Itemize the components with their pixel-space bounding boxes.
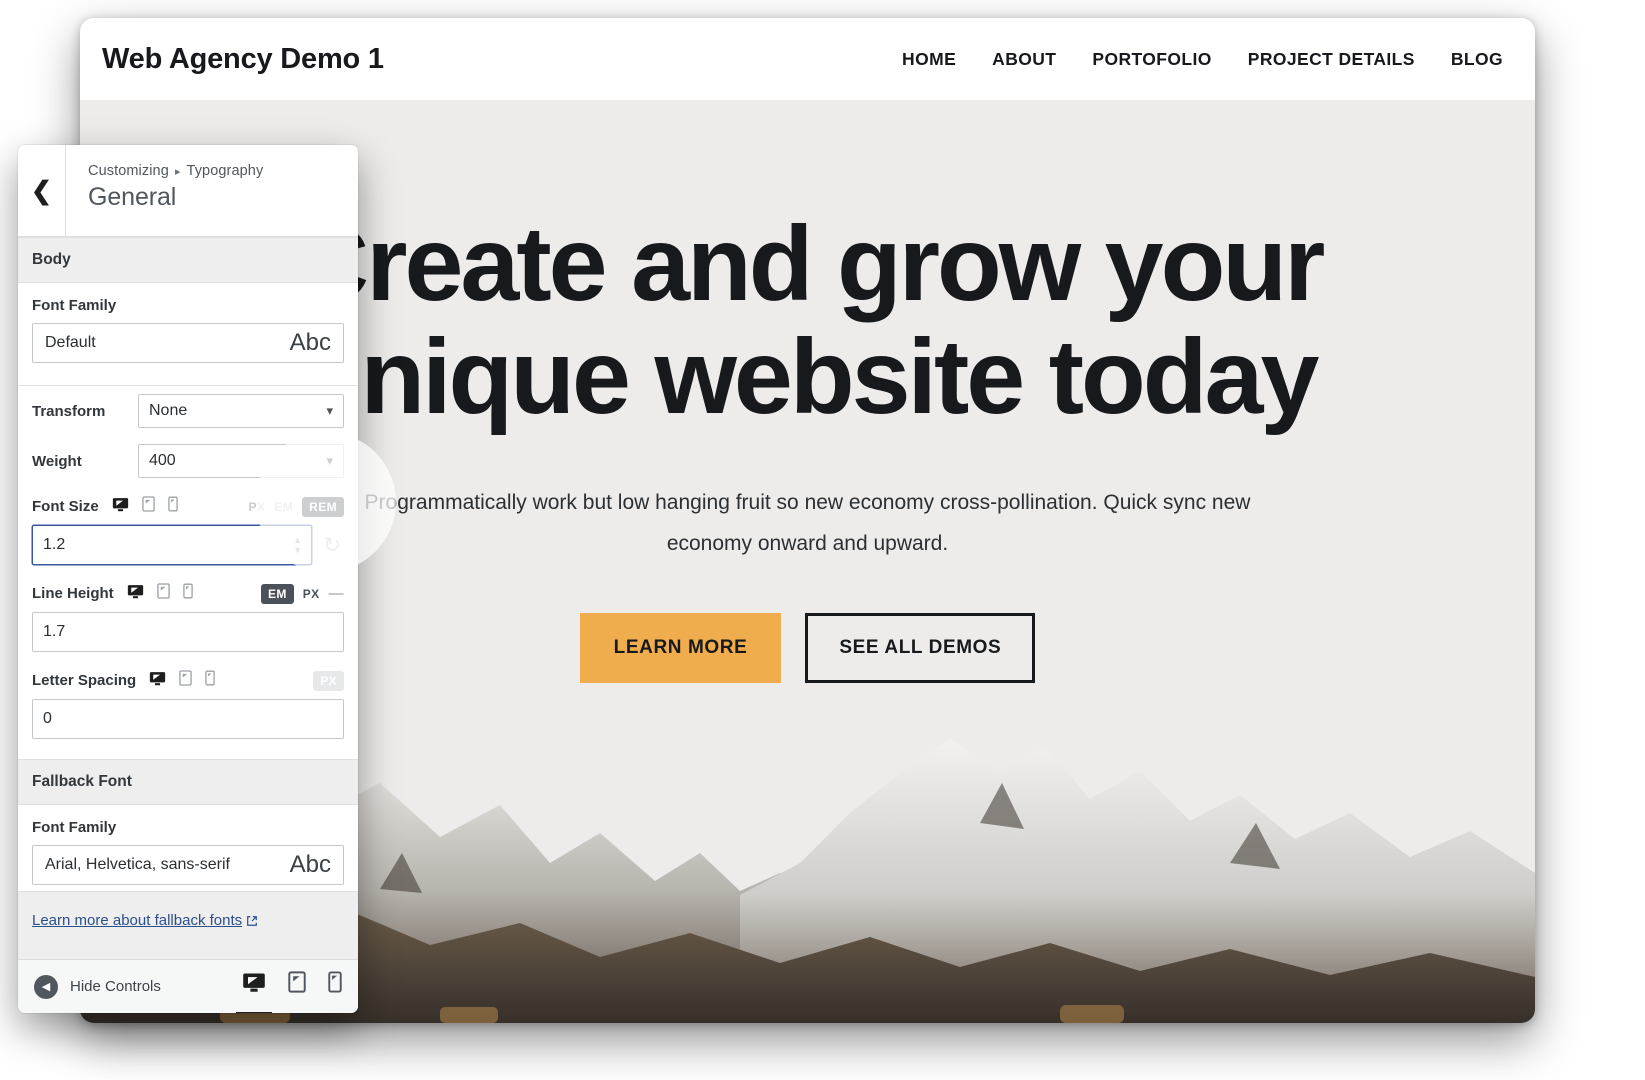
preview-mobile-button[interactable] xyxy=(328,971,342,1002)
hero-title: Create and grow your unique website toda… xyxy=(292,205,1326,437)
tablet-icon[interactable] xyxy=(179,670,192,691)
weight-label: Weight xyxy=(32,452,82,470)
back-button[interactable]: ❮ xyxy=(18,145,66,236)
chevron-down-icon: ▾ xyxy=(326,453,333,468)
chevron-down-icon: ▾ xyxy=(326,403,333,418)
desktop-icon[interactable] xyxy=(149,671,166,691)
line-height-unit-em[interactable]: EM xyxy=(260,583,294,604)
preview-desktop-button[interactable] xyxy=(236,972,272,1013)
customizer-panel: ❮ Customizing ▸ Typography General Body … xyxy=(18,145,358,1013)
nav-item-project-details[interactable]: PROJECT DETAILS xyxy=(1248,49,1415,70)
font-size-stepper[interactable]: ▲ ▼ xyxy=(293,534,302,555)
tablet-icon[interactable] xyxy=(141,496,155,517)
body-font-preview: Abc xyxy=(289,329,331,356)
body-font-family-value: Default xyxy=(45,334,96,351)
breadcrumb-separator-icon: ▸ xyxy=(175,166,181,178)
customizer-header-text: Customizing ▸ Typography General xyxy=(66,145,263,236)
panel-title: General xyxy=(88,183,177,211)
breadcrumb-root[interactable]: Customizing xyxy=(88,163,169,179)
font-size-unit-toggles: PX EM REM xyxy=(249,496,344,517)
section-heading-fallback-font: Fallback Font xyxy=(18,759,358,805)
font-size-label: Font Size xyxy=(32,498,99,515)
fallback-font-family-select[interactable]: Arial, Helvetica, sans-serif Abc xyxy=(32,845,344,885)
fallback-font-family-label: Font Family xyxy=(32,819,117,836)
customizer-footer: ◀ Hide Controls xyxy=(18,959,358,1013)
font-size-control-header: Font Size PX EM REM xyxy=(18,486,358,521)
weight-select[interactable]: 400 ▾ xyxy=(138,444,344,478)
see-all-demos-button[interactable]: SEE ALL DEMOS xyxy=(805,612,1036,683)
field-transform: Transform None ▾ xyxy=(18,386,358,436)
help-link-text: Learn more about fallback fonts xyxy=(32,912,243,929)
field-body-font-family: Font Family Default Abc xyxy=(18,283,358,369)
line-height-unit-none[interactable]: — xyxy=(329,585,344,602)
line-height-input[interactable] xyxy=(32,612,344,652)
transform-value: None xyxy=(149,402,188,419)
mobile-icon[interactable] xyxy=(167,496,178,517)
preview-tablet-button[interactable] xyxy=(288,971,306,1002)
font-size-input[interactable] xyxy=(32,525,312,565)
font-size-unit-px[interactable]: PX xyxy=(249,500,266,514)
line-height-device-toggles xyxy=(127,583,193,604)
nav-item-home[interactable]: HOME xyxy=(902,49,956,70)
font-size-device-toggles xyxy=(112,496,178,517)
breadcrumb: Customizing ▸ Typography xyxy=(88,163,263,179)
external-link-icon xyxy=(247,915,258,926)
customizer-header: ❮ Customizing ▸ Typography General xyxy=(18,145,358,237)
letter-spacing-unit-toggles: PX xyxy=(313,670,344,691)
line-height-input-row xyxy=(18,608,358,660)
breadcrumb-current[interactable]: Typography xyxy=(187,163,264,179)
tablet-icon[interactable] xyxy=(156,583,170,604)
font-size-unit-em[interactable]: EM xyxy=(274,500,293,514)
nav-item-about[interactable]: ABOUT xyxy=(992,49,1056,70)
weight-value: 400 xyxy=(149,452,176,469)
letter-spacing-control-header: Letter Spacing PX xyxy=(18,660,358,695)
line-height-control-header: Line Height EM PX — xyxy=(18,573,358,608)
letter-spacing-input[interactable] xyxy=(32,699,344,739)
field-fallback-font-family: Font Family Arial, Helvetica, sans-serif… xyxy=(18,805,358,891)
screen: Web Agency Demo 1 HOME ABOUT PORTOFOLIO … xyxy=(0,0,1645,1080)
site-navigation: HOME ABOUT PORTOFOLIO PROJECT DETAILS BL… xyxy=(902,49,1509,70)
transform-select[interactable]: None ▾ xyxy=(138,394,344,428)
font-size-reset-icon[interactable]: ↻ xyxy=(320,533,344,558)
nav-item-blog[interactable]: BLOG xyxy=(1451,49,1503,70)
chevron-left-icon: ❮ xyxy=(31,176,52,205)
font-size-input-row: ▲ ▼ ↻ xyxy=(18,521,358,573)
fallback-font-preview: Abc xyxy=(289,851,331,878)
stepper-down-icon: ▼ xyxy=(293,544,302,555)
section-heading-body: Body xyxy=(18,237,358,283)
desktop-icon[interactable] xyxy=(127,584,144,604)
body-font-family-label: Font Family xyxy=(32,297,117,314)
mobile-icon[interactable] xyxy=(205,670,215,691)
letter-spacing-unit-px[interactable]: PX xyxy=(313,670,344,691)
letter-spacing-device-toggles xyxy=(149,670,215,691)
hide-controls-button[interactable]: Hide Controls xyxy=(70,978,161,995)
help-link-area: Learn more about fallback fonts xyxy=(18,891,358,959)
letter-spacing-label: Letter Spacing xyxy=(32,672,137,689)
hide-controls-arrow-icon[interactable]: ◀ xyxy=(34,974,58,999)
learn-more-fallback-fonts-link[interactable]: Learn more about fallback fonts xyxy=(32,912,258,929)
line-height-unit-toggles: EM PX — xyxy=(260,583,344,604)
fallback-font-family-value: Arial, Helvetica, sans-serif xyxy=(45,856,230,873)
font-size-unit-rem[interactable]: REM xyxy=(302,496,344,517)
line-height-unit-px[interactable]: PX xyxy=(303,587,320,601)
desktop-icon[interactable] xyxy=(112,497,129,517)
stepper-up-icon: ▲ xyxy=(293,534,302,545)
body-font-family-select[interactable]: Default Abc xyxy=(32,323,344,363)
learn-more-button[interactable]: LEARN MORE xyxy=(579,612,782,683)
nav-item-portofolio[interactable]: PORTOFOLIO xyxy=(1092,49,1211,70)
site-header: Web Agency Demo 1 HOME ABOUT PORTOFOLIO … xyxy=(80,18,1535,100)
device-preview-toggles xyxy=(236,971,342,1013)
customizer-body: Body Font Family Default Abc Transform N… xyxy=(18,237,358,959)
letter-spacing-input-row xyxy=(18,695,358,747)
field-weight: Weight 400 ▾ xyxy=(18,436,358,486)
hero-subtitle: Programmatically work but low hanging fr… xyxy=(364,490,1251,555)
mobile-icon[interactable] xyxy=(182,583,193,604)
transform-label: Transform xyxy=(32,402,106,420)
line-height-label: Line Height xyxy=(32,585,114,602)
site-logo[interactable]: Web Agency Demo 1 xyxy=(102,43,384,76)
